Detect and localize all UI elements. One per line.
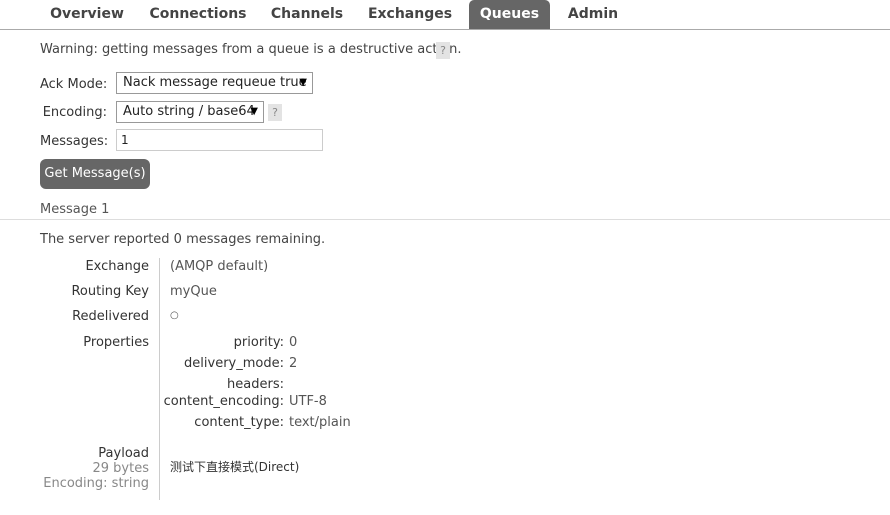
exchange-label: Exchange bbox=[85, 259, 149, 274]
chevron-down-icon: ▼ bbox=[299, 77, 307, 88]
ack-mode-label: Ack Mode: bbox=[40, 77, 108, 92]
routing-key-label: Routing Key bbox=[71, 284, 149, 299]
top-navigation: Overview Connections Channels Exchanges … bbox=[0, 0, 890, 30]
property-value: UTF-8 bbox=[289, 394, 327, 409]
tab-overview[interactable]: Overview bbox=[44, 0, 130, 29]
encoding-label: Encoding: bbox=[42, 105, 107, 120]
payload-label: Payload bbox=[98, 446, 149, 461]
routing-key-value: myQue bbox=[170, 284, 217, 299]
property-key: headers: bbox=[227, 377, 284, 392]
message-heading: Message 1 bbox=[40, 202, 110, 217]
messages-label: Messages: bbox=[40, 134, 109, 149]
property-value: 0 bbox=[289, 335, 298, 350]
property-value: 2 bbox=[289, 356, 298, 371]
tab-admin[interactable]: Admin bbox=[562, 0, 624, 29]
ack-mode-select[interactable]: Nack message requeue true ▼ bbox=[116, 72, 313, 94]
tab-channels[interactable]: Channels bbox=[264, 0, 350, 29]
messages-input[interactable]: 1 bbox=[116, 129, 323, 151]
remaining-text: The server reported 0 messages remaining… bbox=[40, 232, 326, 247]
tab-exchanges[interactable]: Exchanges bbox=[362, 0, 458, 29]
property-value: text/plain bbox=[289, 415, 351, 430]
tab-connections[interactable]: Connections bbox=[142, 0, 254, 29]
property-key: delivery_mode: bbox=[184, 356, 284, 371]
payload-value: 测试下直接模式(Direct) bbox=[170, 460, 300, 474]
warning-text: Warning: getting messages from a queue i… bbox=[40, 42, 462, 57]
properties-label: Properties bbox=[83, 335, 149, 350]
warning-help-icon[interactable]: ? bbox=[436, 42, 450, 59]
ack-mode-value: Nack message requeue true bbox=[123, 75, 307, 90]
tab-queues[interactable]: Queues bbox=[469, 0, 550, 29]
redelivered-icon: ○ bbox=[170, 310, 179, 321]
property-key: priority: bbox=[233, 335, 284, 350]
redelivered-label: Redelivered bbox=[72, 309, 149, 324]
chevron-down-icon: ▼ bbox=[250, 106, 258, 117]
property-key: content_type: bbox=[194, 415, 284, 430]
exchange-value: (AMQP default) bbox=[170, 259, 269, 274]
encoding-value: Auto string / base64 bbox=[123, 104, 255, 119]
encoding-select[interactable]: Auto string / base64 ▼ bbox=[116, 101, 264, 123]
encoding-help-icon[interactable]: ? bbox=[268, 104, 282, 121]
payload-size: 29 bytes bbox=[92, 461, 150, 476]
get-messages-button[interactable]: Get Message(s) bbox=[40, 159, 150, 189]
property-key: content_encoding: bbox=[163, 394, 284, 409]
divider bbox=[0, 219, 890, 220]
payload-encoding: Encoding: string bbox=[43, 476, 149, 491]
